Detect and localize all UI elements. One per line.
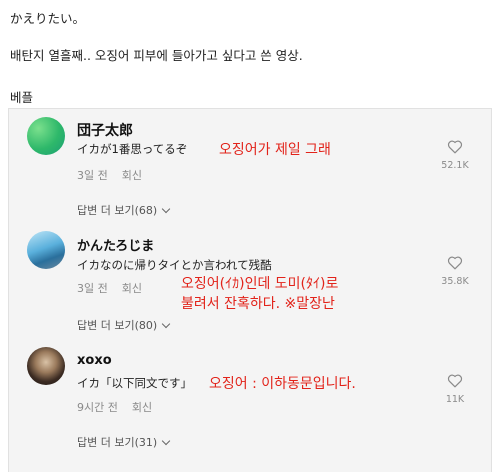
heart-icon bbox=[447, 256, 463, 270]
heart-icon bbox=[447, 140, 463, 154]
view-more-replies-button[interactable]: 답변 더 보기(31) bbox=[77, 434, 171, 450]
chevron-down-icon bbox=[161, 204, 171, 214]
view-more-replies-button[interactable]: 답변 더 보기(68) bbox=[77, 202, 171, 218]
comment-text: イカが1番思ってるぞ bbox=[77, 142, 188, 156]
like-count: 35.8K bbox=[441, 276, 469, 287]
like-button[interactable]: 52.1K bbox=[437, 139, 473, 171]
translation-annotation: 오징어 : 이하동문입니다. bbox=[209, 376, 356, 392]
like-button[interactable]: 11K bbox=[437, 373, 473, 405]
avatar[interactable] bbox=[27, 231, 65, 269]
like-count: 52.1K bbox=[441, 160, 469, 171]
like-button[interactable]: 35.8K bbox=[437, 255, 473, 287]
comment-time: 3일 전 bbox=[77, 169, 108, 182]
comment-meta: 3일 전 회신 bbox=[77, 280, 142, 296]
comment-time: 3일 전 bbox=[77, 282, 108, 295]
heart-icon bbox=[447, 374, 463, 388]
reply-button[interactable]: 회신 bbox=[122, 167, 142, 183]
comment-username[interactable]: 団子太郎 bbox=[77, 120, 133, 140]
comment-meta: 9시간 전 회신 bbox=[77, 399, 152, 415]
post-text-line-1: かえりたい。 bbox=[10, 11, 86, 26]
view-more-replies-label: 답변 더 보기(31) bbox=[77, 436, 158, 449]
comment-username[interactable]: かんたろじま bbox=[77, 235, 154, 254]
comments-screenshot-panel: 団子太郎 イカが1番思ってるぞ 오징어가 제일 그래 3일 전 회신 답변 더 보… bbox=[8, 108, 492, 472]
comment-text: イカ「以下同文です」 bbox=[77, 376, 192, 390]
best-comments-label: 베플 bbox=[10, 90, 34, 105]
view-more-replies-label: 답변 더 보기(68) bbox=[77, 204, 158, 217]
view-more-replies-label: 답변 더 보기(80) bbox=[77, 319, 158, 332]
comment-time: 9시간 전 bbox=[77, 401, 118, 414]
translation-annotation: 오징어가 제일 그래 bbox=[219, 142, 331, 158]
comment-text: イカなのに帰りタイとか言われて残酷 bbox=[77, 258, 272, 272]
post-text-line-2: 배탄지 열흘째.. 오징어 피부에 들아가고 싶다고 쓴 영상. bbox=[10, 48, 303, 63]
comment-username[interactable]: xoxo bbox=[77, 353, 112, 368]
view-more-replies-button[interactable]: 답변 더 보기(80) bbox=[77, 317, 171, 333]
reply-button[interactable]: 회신 bbox=[132, 399, 152, 415]
reply-button[interactable]: 회신 bbox=[122, 280, 142, 296]
translation-annotation-line-2: 불려서 잔혹하다. ※말장난 bbox=[181, 296, 335, 312]
translation-annotation-line-1: 오징어(ｲｶ)인데 도미(ﾀｲ)로 bbox=[181, 276, 339, 292]
chevron-down-icon bbox=[161, 436, 171, 446]
chevron-down-icon bbox=[161, 319, 171, 329]
like-count: 11K bbox=[445, 394, 465, 405]
avatar[interactable] bbox=[27, 117, 65, 155]
avatar[interactable] bbox=[27, 347, 65, 385]
comment-meta: 3일 전 회신 bbox=[77, 167, 142, 183]
